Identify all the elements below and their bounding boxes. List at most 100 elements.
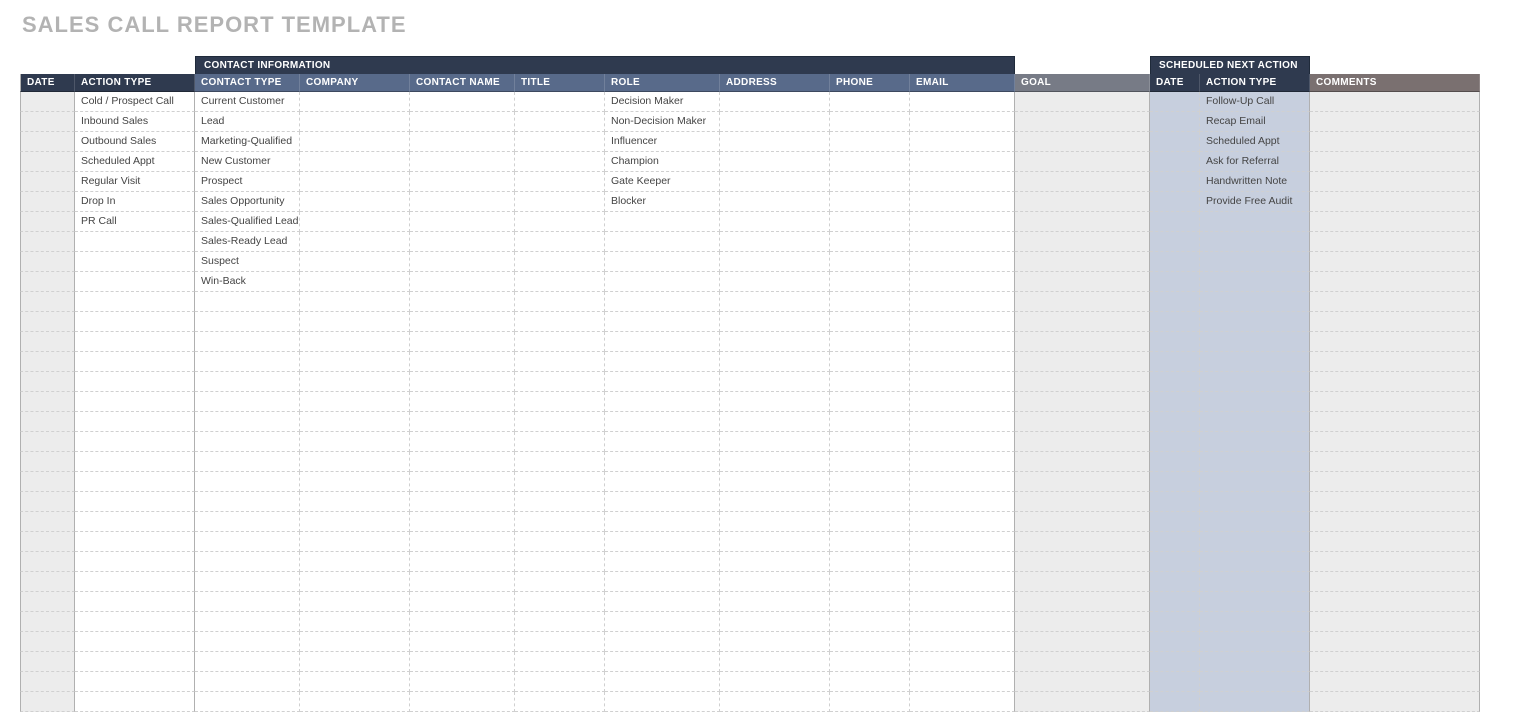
cell-comments[interactable] bbox=[1310, 612, 1480, 632]
cell-contact-type[interactable] bbox=[195, 552, 300, 572]
cell-company[interactable] bbox=[300, 472, 410, 492]
cell-goal[interactable] bbox=[1015, 512, 1150, 532]
cell-contact-type[interactable] bbox=[195, 452, 300, 472]
cell-contact-type[interactable]: Sales-Ready Lead bbox=[195, 232, 300, 252]
cell-company[interactable] bbox=[300, 112, 410, 132]
cell-next-action-type[interactable] bbox=[1200, 232, 1310, 252]
cell-email[interactable] bbox=[910, 212, 1015, 232]
cell-role[interactable]: Champion bbox=[605, 152, 720, 172]
cell-company[interactable] bbox=[300, 272, 410, 292]
cell-contact-type[interactable] bbox=[195, 592, 300, 612]
cell-date[interactable] bbox=[20, 112, 75, 132]
cell-title[interactable] bbox=[515, 272, 605, 292]
col-header-email[interactable]: EMAIL bbox=[910, 74, 1015, 92]
cell-action-type[interactable]: Scheduled Appt bbox=[75, 152, 195, 172]
cell-company[interactable] bbox=[300, 172, 410, 192]
col-header-comments[interactable]: COMMENTS bbox=[1310, 74, 1480, 92]
cell-email[interactable] bbox=[910, 512, 1015, 532]
cell-next-action-type[interactable] bbox=[1200, 292, 1310, 312]
cell-contact-name[interactable] bbox=[410, 272, 515, 292]
cell-goal[interactable] bbox=[1015, 312, 1150, 332]
cell-next-date[interactable] bbox=[1150, 172, 1200, 192]
cell-phone[interactable] bbox=[830, 212, 910, 232]
cell-next-date[interactable] bbox=[1150, 412, 1200, 432]
cell-next-action-type[interactable] bbox=[1200, 452, 1310, 472]
cell-comments[interactable] bbox=[1310, 232, 1480, 252]
cell-contact-name[interactable] bbox=[410, 572, 515, 592]
cell-address[interactable] bbox=[720, 332, 830, 352]
cell-phone[interactable] bbox=[830, 512, 910, 532]
col-header-date[interactable]: DATE bbox=[20, 74, 75, 92]
cell-phone[interactable] bbox=[830, 612, 910, 632]
cell-title[interactable] bbox=[515, 372, 605, 392]
cell-next-date[interactable] bbox=[1150, 152, 1200, 172]
cell-title[interactable] bbox=[515, 152, 605, 172]
cell-phone[interactable] bbox=[830, 172, 910, 192]
cell-date[interactable] bbox=[20, 492, 75, 512]
cell-contact-type[interactable] bbox=[195, 432, 300, 452]
cell-contact-type[interactable]: Win-Back bbox=[195, 272, 300, 292]
cell-action-type[interactable] bbox=[75, 672, 195, 692]
cell-goal[interactable] bbox=[1015, 112, 1150, 132]
cell-next-action-type[interactable] bbox=[1200, 652, 1310, 672]
cell-action-type[interactable] bbox=[75, 632, 195, 652]
cell-date[interactable] bbox=[20, 532, 75, 552]
cell-action-type[interactable]: Cold / Prospect Call bbox=[75, 92, 195, 112]
cell-title[interactable] bbox=[515, 532, 605, 552]
cell-contact-type[interactable] bbox=[195, 492, 300, 512]
cell-phone[interactable] bbox=[830, 692, 910, 712]
cell-goal[interactable] bbox=[1015, 592, 1150, 612]
cell-contact-name[interactable] bbox=[410, 292, 515, 312]
cell-contact-name[interactable] bbox=[410, 532, 515, 552]
cell-phone[interactable] bbox=[830, 252, 910, 272]
cell-action-type[interactable] bbox=[75, 492, 195, 512]
cell-address[interactable] bbox=[720, 132, 830, 152]
cell-contact-name[interactable] bbox=[410, 452, 515, 472]
cell-company[interactable] bbox=[300, 492, 410, 512]
cell-role[interactable] bbox=[605, 372, 720, 392]
cell-date[interactable] bbox=[20, 632, 75, 652]
cell-phone[interactable] bbox=[830, 272, 910, 292]
cell-phone[interactable] bbox=[830, 312, 910, 332]
cell-role[interactable] bbox=[605, 332, 720, 352]
cell-role[interactable] bbox=[605, 412, 720, 432]
cell-comments[interactable] bbox=[1310, 572, 1480, 592]
cell-next-action-type[interactable] bbox=[1200, 512, 1310, 532]
cell-title[interactable] bbox=[515, 292, 605, 312]
cell-contact-type[interactable] bbox=[195, 572, 300, 592]
cell-next-action-type[interactable] bbox=[1200, 412, 1310, 432]
cell-comments[interactable] bbox=[1310, 252, 1480, 272]
cell-comments[interactable] bbox=[1310, 552, 1480, 572]
cell-phone[interactable] bbox=[830, 112, 910, 132]
cell-next-date[interactable] bbox=[1150, 252, 1200, 272]
cell-role[interactable] bbox=[605, 312, 720, 332]
col-header-next-date[interactable]: DATE bbox=[1150, 74, 1200, 92]
cell-address[interactable] bbox=[720, 272, 830, 292]
cell-comments[interactable] bbox=[1310, 412, 1480, 432]
cell-goal[interactable] bbox=[1015, 692, 1150, 712]
cell-email[interactable] bbox=[910, 272, 1015, 292]
cell-date[interactable] bbox=[20, 512, 75, 532]
cell-company[interactable] bbox=[300, 632, 410, 652]
cell-title[interactable] bbox=[515, 212, 605, 232]
cell-date[interactable] bbox=[20, 192, 75, 212]
cell-contact-name[interactable] bbox=[410, 492, 515, 512]
cell-contact-name[interactable] bbox=[410, 252, 515, 272]
cell-contact-name[interactable] bbox=[410, 312, 515, 332]
cell-company[interactable] bbox=[300, 672, 410, 692]
cell-role[interactable] bbox=[605, 532, 720, 552]
cell-action-type[interactable] bbox=[75, 652, 195, 672]
cell-next-date[interactable] bbox=[1150, 692, 1200, 712]
cell-next-action-type[interactable] bbox=[1200, 492, 1310, 512]
cell-phone[interactable] bbox=[830, 152, 910, 172]
cell-address[interactable] bbox=[720, 592, 830, 612]
cell-date[interactable] bbox=[20, 672, 75, 692]
cell-email[interactable] bbox=[910, 472, 1015, 492]
cell-action-type[interactable]: Outbound Sales bbox=[75, 132, 195, 152]
cell-title[interactable] bbox=[515, 232, 605, 252]
cell-contact-type[interactable] bbox=[195, 472, 300, 492]
cell-company[interactable] bbox=[300, 292, 410, 312]
cell-contact-type[interactable]: Sales Opportunity bbox=[195, 192, 300, 212]
cell-action-type[interactable] bbox=[75, 432, 195, 452]
cell-next-date[interactable] bbox=[1150, 652, 1200, 672]
